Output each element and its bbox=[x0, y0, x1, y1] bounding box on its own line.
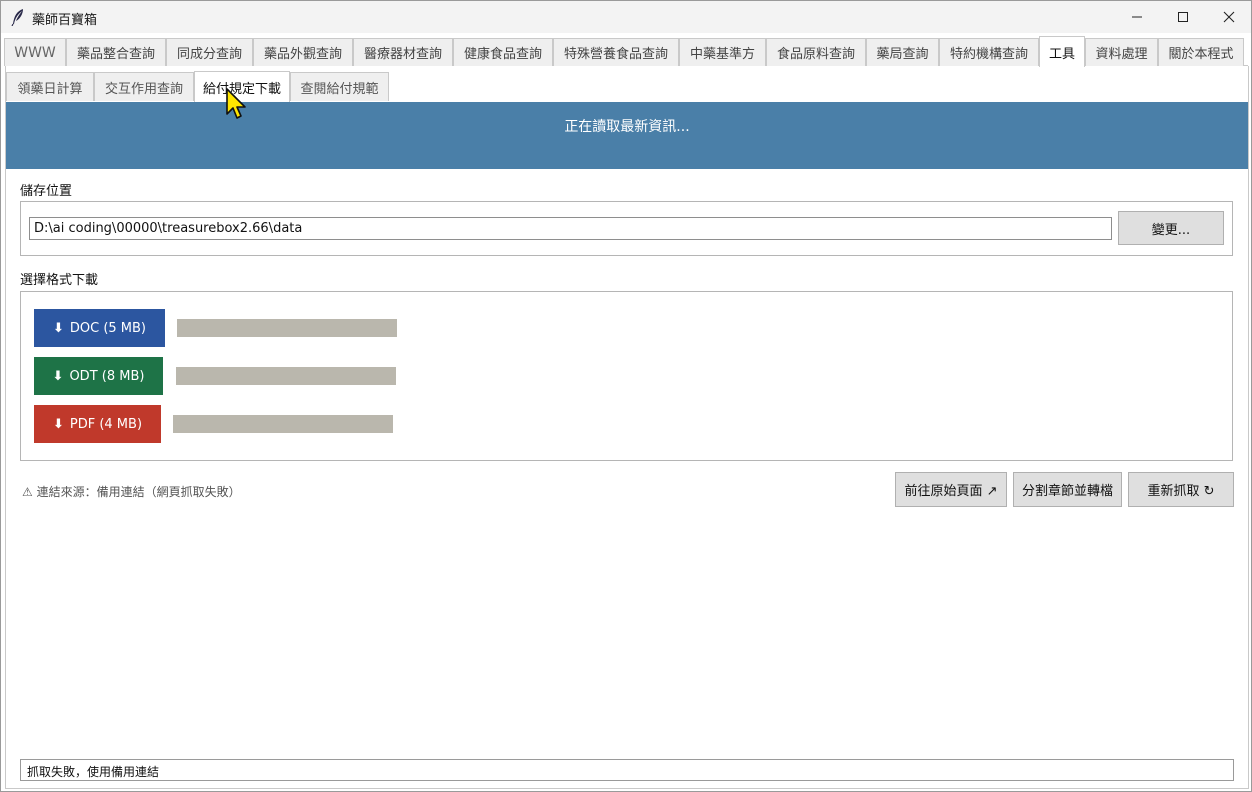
tab-chinese-medicine-formula[interactable]: 中藥基準方 bbox=[679, 38, 766, 66]
tab-tools[interactable]: 工具 bbox=[1039, 36, 1085, 67]
storage-path-input[interactable] bbox=[29, 217, 1112, 240]
tab-www[interactable]: WWW bbox=[4, 38, 66, 66]
pdf-progress-bar bbox=[173, 415, 393, 433]
tab-health-food-search[interactable]: 健康食品查詢 bbox=[453, 38, 553, 66]
tab-about[interactable]: 關於本程式 bbox=[1158, 38, 1244, 66]
download-arrow-icon: ⬇ bbox=[52, 416, 64, 432]
download-arrow-icon: ⬇ bbox=[52, 368, 64, 384]
link-source-note: ⚠ 連結來源：備用連結（網頁抓取失敗） bbox=[22, 485, 241, 499]
odt-progress-bar bbox=[176, 367, 396, 385]
maximize-button[interactable] bbox=[1160, 1, 1206, 33]
doc-progress-bar bbox=[177, 319, 397, 337]
download-doc-button[interactable]: ⬇ DOC (5 MB) bbox=[34, 309, 165, 347]
tab-pharmacy-search[interactable]: 藥局查詢 bbox=[866, 38, 939, 66]
tab-drug-appearance-search[interactable]: 藥品外觀查詢 bbox=[253, 38, 353, 66]
change-path-button[interactable]: 變更... bbox=[1118, 211, 1224, 245]
tab-drug-integrated-search[interactable]: 藥品整合查詢 bbox=[66, 38, 166, 66]
sub-tab-bar: 領藥日計算 交互作用查詢 給付規定下載 查閱給付規範 bbox=[6, 71, 1248, 102]
loading-banner: 正在讀取最新資訊... bbox=[6, 102, 1248, 169]
cursor-pointer-icon bbox=[226, 88, 246, 119]
window-title: 藥師百寶箱 bbox=[32, 13, 98, 28]
status-bar: 抓取失敗，使用備用連結 bbox=[20, 759, 1234, 781]
tab-special-nutrition-search[interactable]: 特殊營養食品查詢 bbox=[553, 38, 679, 66]
download-pdf-button[interactable]: ⬇ PDF (4 MB) bbox=[34, 405, 161, 443]
download-format-label: 選擇格式下載 bbox=[20, 273, 99, 288]
download-doc-label: DOC (5 MB) bbox=[69, 320, 147, 336]
title-bar[interactable]: 藥師百寶箱 bbox=[1, 1, 1251, 33]
tab-medical-device-search[interactable]: 醫療器材查詢 bbox=[353, 38, 453, 66]
storage-location-label: 儲存位置 bbox=[20, 184, 73, 199]
close-button[interactable] bbox=[1206, 1, 1252, 33]
tab-contracted-institution-search[interactable]: 特約機構查詢 bbox=[939, 38, 1039, 66]
download-odt-label: ODT (8 MB) bbox=[69, 368, 145, 384]
subtab-interaction-search[interactable]: 交互作用查詢 bbox=[94, 72, 194, 101]
tab-same-ingredient-search[interactable]: 同成分查詢 bbox=[166, 38, 253, 66]
download-arrow-icon: ⬇ bbox=[52, 320, 64, 336]
goto-original-page-button[interactable]: 前往原始頁面 ↗ bbox=[895, 472, 1007, 507]
subtab-view-reimbursement-rules[interactable]: 查閱給付規範 bbox=[290, 72, 389, 101]
main-tab-bar: WWW 藥品整合查詢 同成分查詢 藥品外觀查詢 醫療器材查詢 健康食品查詢 特殊… bbox=[4, 36, 1248, 67]
download-odt-button[interactable]: ⬇ ODT (8 MB) bbox=[34, 357, 163, 395]
minimize-button[interactable] bbox=[1114, 1, 1160, 33]
tab-data-processing[interactable]: 資料處理 bbox=[1085, 38, 1158, 66]
close-icon bbox=[1223, 11, 1235, 23]
refetch-button[interactable]: 重新抓取 ↻ bbox=[1128, 472, 1234, 507]
tab-food-ingredient-search[interactable]: 食品原料查詢 bbox=[766, 38, 866, 66]
app-window: 藥師百寶箱 WWW 藥品整合查詢 同成分查詢 藥品外觀查詢 醫療器材查詢 健康食… bbox=[0, 0, 1252, 792]
maximize-icon bbox=[1178, 12, 1188, 22]
subtab-dispensing-date-calc[interactable]: 領藥日計算 bbox=[6, 72, 94, 101]
minimize-icon bbox=[1132, 16, 1142, 18]
download-pdf-label: PDF (4 MB) bbox=[69, 416, 143, 432]
split-chapters-convert-button[interactable]: 分割章節並轉檔 bbox=[1013, 472, 1122, 507]
feather-icon bbox=[11, 9, 23, 26]
